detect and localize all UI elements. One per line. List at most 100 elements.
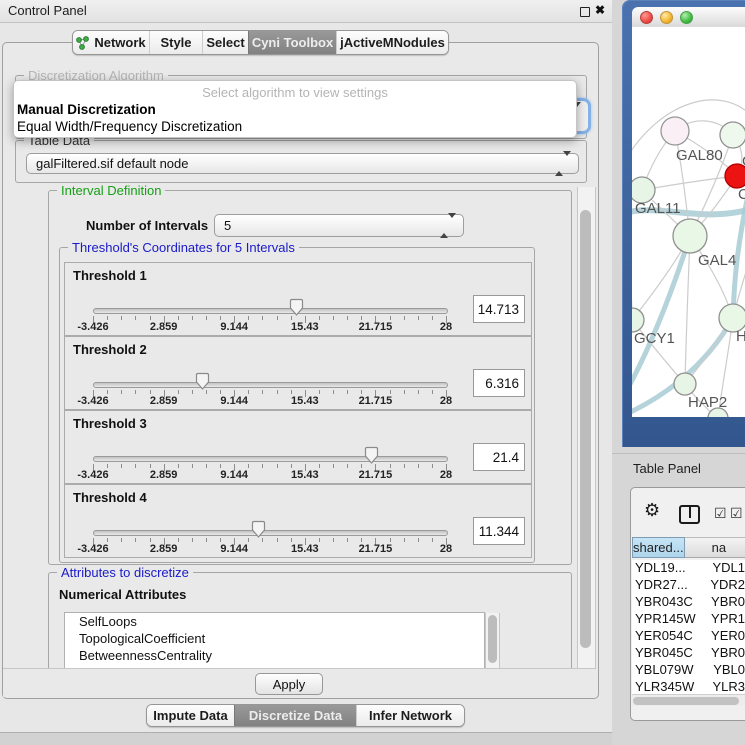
network-node-c[interactable] <box>725 164 745 188</box>
network-edge[interactable] <box>685 236 690 384</box>
network-node-label: H <box>736 328 745 345</box>
tick-mark <box>192 538 193 542</box>
attribute-item[interactable]: SelfLoops <box>65 613 484 630</box>
table-row[interactable]: YPR145WYPR1 <box>632 611 745 628</box>
network-edge[interactable] <box>642 176 737 190</box>
network-node-label: GAL4 <box>698 252 736 269</box>
threshold-slider-track[interactable] <box>93 456 448 462</box>
table-row[interactable]: YER054CYER0 <box>632 628 745 645</box>
threshold-value-field[interactable]: 14.713 <box>473 295 525 323</box>
zoom-traffic-light-icon[interactable] <box>680 11 693 24</box>
gear-icon[interactable]: ⚙ <box>644 501 660 519</box>
tab-label: Cyni Toolbox <box>252 35 333 50</box>
cell-shared-name[interactable]: YPR145W <box>632 611 709 628</box>
attribute-item[interactable]: TopologicalCoefficient <box>65 630 484 647</box>
table-row[interactable]: YBL079WYBL0 <box>632 662 745 679</box>
network-node-ga[interactable] <box>720 122 745 148</box>
cell-shared-name[interactable]: YER054C <box>632 628 709 645</box>
cell-shared-name[interactable]: YDL19... <box>632 560 710 577</box>
tick-label: 21.715 <box>359 543 393 555</box>
cell-name[interactable]: YBR0 <box>709 594 745 611</box>
tick-mark <box>333 538 334 542</box>
threshold-slider-track[interactable] <box>93 530 448 536</box>
cell-shared-name[interactable]: YBR043C <box>632 594 709 611</box>
tab-impute-data[interactable]: Impute Data <box>147 705 234 726</box>
network-window-titlebar[interactable] <box>632 7 745 28</box>
select-all-icon[interactable]: ☑ <box>730 506 743 520</box>
threshold-slider-thumb[interactable] <box>250 520 267 544</box>
numerical-attributes-list[interactable]: SelfLoopsTopologicalCoefficientBetweenne… <box>64 612 485 672</box>
attribute-item[interactable]: BetweennessCentrality <box>65 647 484 664</box>
cell-name[interactable]: YDL1 <box>710 560 745 577</box>
column-header-shared-name[interactable]: shared... <box>632 537 685 558</box>
tick-mark <box>291 464 292 468</box>
settings-scrollbar-thumb[interactable] <box>580 210 591 648</box>
tick-mark <box>107 316 108 320</box>
tick-mark <box>277 464 278 468</box>
network-canvas[interactable]: GAL80GACGAL11GAL4GCY1HHAP2 <box>632 27 745 417</box>
cell-name[interactable]: YBL0 <box>711 662 745 679</box>
threshold-slider-track[interactable] <box>93 308 448 314</box>
tab-cyni-toolbox[interactable]: Cyni Toolbox <box>248 31 336 54</box>
table-row[interactable]: YBR045CYBR0 <box>632 645 745 662</box>
algorithm-placeholder-option[interactable]: Select algorithm to view settings <box>14 85 576 100</box>
table-panel-title: Table Panel <box>633 461 701 476</box>
cell-shared-name[interactable]: YBL079W <box>632 662 711 679</box>
cell-shared-name[interactable]: YDR27... <box>632 577 708 594</box>
tab-discretize-data[interactable]: Discretize Data <box>234 705 356 726</box>
tick-mark <box>418 464 419 468</box>
table-row[interactable]: YDL19...YDL1 <box>632 560 745 577</box>
tab-style[interactable]: Style <box>149 31 202 54</box>
tab-jactivemnodules[interactable]: jActiveMNodules <box>336 31 448 54</box>
tab-select[interactable]: Select <box>202 31 248 54</box>
cell-shared-name[interactable]: YBR045C <box>632 645 709 662</box>
select-columns-icon[interactable]: ☑ <box>714 506 727 520</box>
number-of-intervals-label: Number of Intervals <box>86 218 208 233</box>
table-body[interactable]: YDL19...YDL1YDR27...YDR2YBR043CYBR0YPR14… <box>632 560 745 700</box>
threshold-slider-track[interactable] <box>93 382 448 388</box>
option-equal-width-frequency[interactable]: Equal Width/Frequency Discretization <box>17 119 242 134</box>
threshold-slider-thumb[interactable] <box>194 372 211 396</box>
table-hscrollbar-thumb[interactable] <box>633 697 739 705</box>
tick-mark <box>418 538 419 542</box>
threshold-slider-thumb[interactable] <box>363 446 380 470</box>
minimize-traffic-light-icon[interactable] <box>660 11 673 24</box>
threshold-slider-thumb[interactable] <box>288 298 305 322</box>
tick-label: 15.43 <box>291 395 319 407</box>
option-manual-discretization[interactable]: Manual Discretization <box>17 102 156 117</box>
table-row[interactable]: YBR043CYBR0 <box>632 594 745 611</box>
network-node-gcy1[interactable] <box>632 308 644 332</box>
split-columns-icon[interactable] <box>679 505 700 524</box>
network-node-label: C <box>738 186 745 203</box>
cell-name[interactable]: YBR0 <box>709 645 745 662</box>
close-traffic-light-icon[interactable] <box>640 11 653 24</box>
settings-scrollbar[interactable] <box>577 187 596 697</box>
table-row[interactable]: YDR27...YDR2 <box>632 577 745 594</box>
threshold-value-field[interactable]: 11.344 <box>473 517 525 545</box>
tick-mark <box>178 316 179 320</box>
tick-label: 15.43 <box>291 321 319 333</box>
tick-mark <box>291 390 292 394</box>
tab-network[interactable]: Network <box>73 31 149 54</box>
tick-mark <box>277 538 278 542</box>
cell-name[interactable]: YER0 <box>709 628 745 645</box>
tab-infer-network[interactable]: Infer Network <box>356 705 464 726</box>
network-node-gal80[interactable] <box>661 117 689 145</box>
threshold-value-field[interactable]: 21.4 <box>473 443 525 471</box>
close-icon[interactable]: ✖ <box>595 3 605 17</box>
network-node-hap2[interactable] <box>674 373 696 395</box>
network-node-gal4[interactable] <box>673 219 707 253</box>
apply-button[interactable]: Apply <box>255 673 323 695</box>
tick-mark <box>150 316 151 320</box>
float-window-icon[interactable] <box>580 7 590 17</box>
column-header-name[interactable]: na <box>685 537 745 558</box>
cell-name[interactable]: YDR2 <box>708 577 745 594</box>
table-data-select[interactable]: galFiltered.sif default node <box>26 153 579 174</box>
attributes-scrollbar-thumb[interactable] <box>488 615 497 663</box>
attributes-scrollbar[interactable] <box>485 613 500 669</box>
table-hscrollbar[interactable] <box>632 694 745 706</box>
threshold-value-field[interactable]: 6.316 <box>473 369 525 397</box>
tick-mark <box>150 538 151 542</box>
cell-name[interactable]: YPR1 <box>709 611 745 628</box>
number-of-intervals-select[interactable]: 5 <box>214 214 464 237</box>
